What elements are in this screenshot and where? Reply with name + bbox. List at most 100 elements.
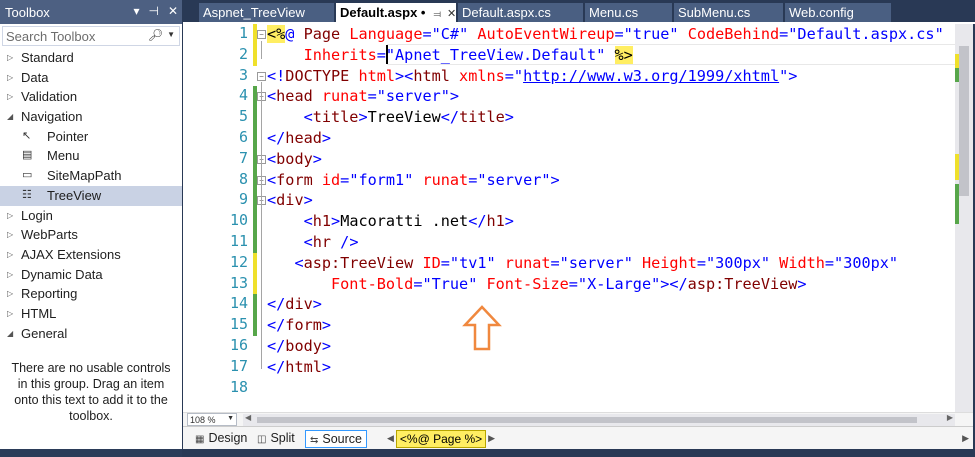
vertical-scroll-thumb[interactable] <box>959 46 969 196</box>
toolbox-item-sitemappath[interactable]: ▭ SiteMapPath <box>0 166 182 186</box>
tab-default-aspx[interactable]: Default.aspx • ⫤ ✕ <box>336 3 456 23</box>
search-icon[interactable]: 🔍︎ <box>148 28 163 42</box>
source-view-button[interactable]: ⇆ Source <box>305 430 367 448</box>
expand-triangle-icon[interactable]: ▷ <box>7 225 13 244</box>
toolbox-category[interactable]: ▷ Reporting <box>0 284 182 304</box>
code-token: Default.aspx.cs <box>797 25 935 43</box>
toolbox-panel: Toolbox ▾ ⊣ ✕ Search Toolbox 🔍︎ ▼ ▷ Stand… <box>0 0 182 457</box>
code-token: title <box>312 108 359 127</box>
code-token: TreeView <box>367 108 441 127</box>
code-token: server <box>486 170 542 189</box>
code-line[interactable]: <%@ Page Language="C#" AutoEventWireup="… <box>267 24 944 44</box>
toolbox-category[interactable]: ▷ Standard <box>0 48 182 68</box>
code-line[interactable]: <h1>Macoratti .net</h1> <box>267 211 514 231</box>
tab-submenu-cs[interactable]: SubMenu.cs <box>674 3 783 23</box>
expand-triangle-icon[interactable]: ▷ <box>7 48 13 67</box>
expand-triangle-icon[interactable]: ▷ <box>7 304 13 323</box>
code-line[interactable]: <asp:TreeView ID="tv1" runat="server" He… <box>267 253 898 273</box>
code-line[interactable]: </html> <box>267 357 331 377</box>
tag-nav-left-icon[interactable]: ◀ <box>385 430 396 448</box>
toolbox-category[interactable]: ▷ Validation <box>0 87 182 107</box>
scroll-right-icon[interactable]: ▶ <box>947 413 953 422</box>
search-dropdown-icon[interactable]: ▼ <box>167 30 175 39</box>
code-token: <% <box>267 25 286 43</box>
scrollbar-change-marker <box>955 154 959 180</box>
code-token: id <box>321 170 341 189</box>
tab-aspnet-treeview[interactable]: Aspnet_TreeView <box>199 3 334 23</box>
pin-tab-icon[interactable]: ⫤ <box>433 9 441 20</box>
code-token: =" <box>504 66 524 85</box>
toolbox-item-pointer[interactable]: ↖ Pointer <box>0 127 182 147</box>
line-number: 14 <box>229 294 248 313</box>
collapse-region-icon[interactable]: − <box>257 71 266 81</box>
scrollbar-change-marker <box>955 54 959 68</box>
code-line[interactable]: <head runat="server"> <box>267 86 459 106</box>
collapse-triangle-icon[interactable]: ◢ <box>7 324 13 343</box>
collapse-region-icon[interactable]: − <box>257 30 266 39</box>
code-line[interactable]: </div> <box>267 294 322 314</box>
toolbox-search-input[interactable]: Search Toolbox 🔍︎ ▼ <box>2 26 180 46</box>
horizontal-scrollbar[interactable]: ◀ ▶ <box>243 413 955 426</box>
code-token: " <box>934 25 944 43</box>
code-token: " <box>888 253 899 272</box>
toolbox-category[interactable]: ▷ HTML <box>0 304 182 324</box>
tag-nav-right-icon[interactable]: ▶ <box>486 430 497 448</box>
code-token: =" <box>568 274 588 293</box>
chevron-down-icon[interactable]: ▼ <box>227 415 234 422</box>
code-line[interactable]: <hr /> <box>267 232 359 252</box>
toolbox-category[interactable]: ▷ AJAX Extensions <box>0 245 182 265</box>
pin-icon[interactable]: ⊣ <box>148 4 158 18</box>
code-token: </ <box>267 357 286 376</box>
toolbox-category[interactable]: ▷ Data <box>0 68 182 88</box>
code-token: < <box>303 233 313 251</box>
code-line[interactable]: <div> <box>267 190 313 210</box>
close-tab-icon[interactable]: ✕ <box>447 8 456 20</box>
code-token: CodeBehind <box>687 25 780 43</box>
expand-triangle-icon[interactable]: ▷ <box>7 245 13 264</box>
code-area[interactable]: <%@ Page Language="C#" AutoEventWireup="… <box>267 24 955 412</box>
tab-menu-cs[interactable]: Menu.cs <box>585 3 672 23</box>
window-position-icon[interactable]: ▾ <box>133 4 139 18</box>
tab-default-aspx-cs[interactable]: Default.aspx.cs <box>458 3 583 23</box>
code-line[interactable]: Font-Bold="True" Font-Size="X-Large"></a… <box>267 274 807 294</box>
code-token: > <box>321 129 332 147</box>
tab-web-config[interactable]: Web.config <box>785 3 891 23</box>
code-token: > <box>312 295 322 314</box>
expand-triangle-icon[interactable]: ▷ <box>7 265 13 284</box>
toolbox-category[interactable]: ◢ Navigation <box>0 107 182 127</box>
toolbox-category[interactable]: ▷ WebParts <box>0 225 182 245</box>
code-token: =" <box>696 253 716 272</box>
toolbox-item-menu[interactable]: ▤ Menu <box>0 146 182 166</box>
code-line[interactable]: <body> <box>267 149 322 169</box>
toolbox-category[interactable]: ◢ General <box>0 324 182 344</box>
scroll-left-icon[interactable]: ◀ <box>245 413 251 422</box>
zoom-dropdown[interactable]: 108 % ▼ <box>187 413 237 426</box>
code-line[interactable]: <title>TreeView</title> <box>267 107 514 127</box>
code-line[interactable]: <!DOCTYPE html><html xmlns="http://www.w… <box>267 66 797 86</box>
toolbox-category[interactable]: ▷ Login <box>0 206 182 226</box>
expand-triangle-icon[interactable]: ▷ <box>7 206 13 225</box>
expand-triangle-icon[interactable]: ▷ <box>7 68 13 87</box>
line-number: 2 <box>238 44 248 63</box>
code-line[interactable]: </head> <box>267 128 331 148</box>
tag-navigator-item[interactable]: <%@ Page %> <box>395 430 487 448</box>
split-view-button[interactable]: ◫ Split <box>253 430 299 448</box>
toolbox-category[interactable]: ▷ Dynamic Data <box>0 265 182 285</box>
expand-triangle-icon[interactable]: ▷ <box>7 284 13 303</box>
toolbox-category-label: Reporting <box>21 286 78 302</box>
code-line[interactable]: </body> <box>267 336 331 356</box>
vertical-scrollbar[interactable] <box>955 24 973 412</box>
toolbox-item-treeview[interactable]: ☷ TreeView <box>0 185 182 206</box>
design-view-button[interactable]: ▦ Design <box>191 430 251 448</box>
code-line[interactable]: <form id="form1" runat="server"> <box>267 170 560 190</box>
close-icon[interactable]: ✕ <box>168 4 178 18</box>
view-scroll-right-icon[interactable]: ▶ <box>962 433 969 444</box>
collapse-triangle-icon[interactable]: ◢ <box>7 107 13 126</box>
horizontal-scroll-thumb[interactable] <box>257 417 917 423</box>
code-token: > <box>321 316 332 335</box>
code-line[interactable]: Inherits="Apnet_TreeView.Default" %> <box>267 45 633 65</box>
code-token: html <box>285 357 322 376</box>
code-token: DOCTYPE <box>285 66 359 85</box>
code-line[interactable]: </form> <box>267 315 331 335</box>
expand-triangle-icon[interactable]: ▷ <box>7 87 13 106</box>
